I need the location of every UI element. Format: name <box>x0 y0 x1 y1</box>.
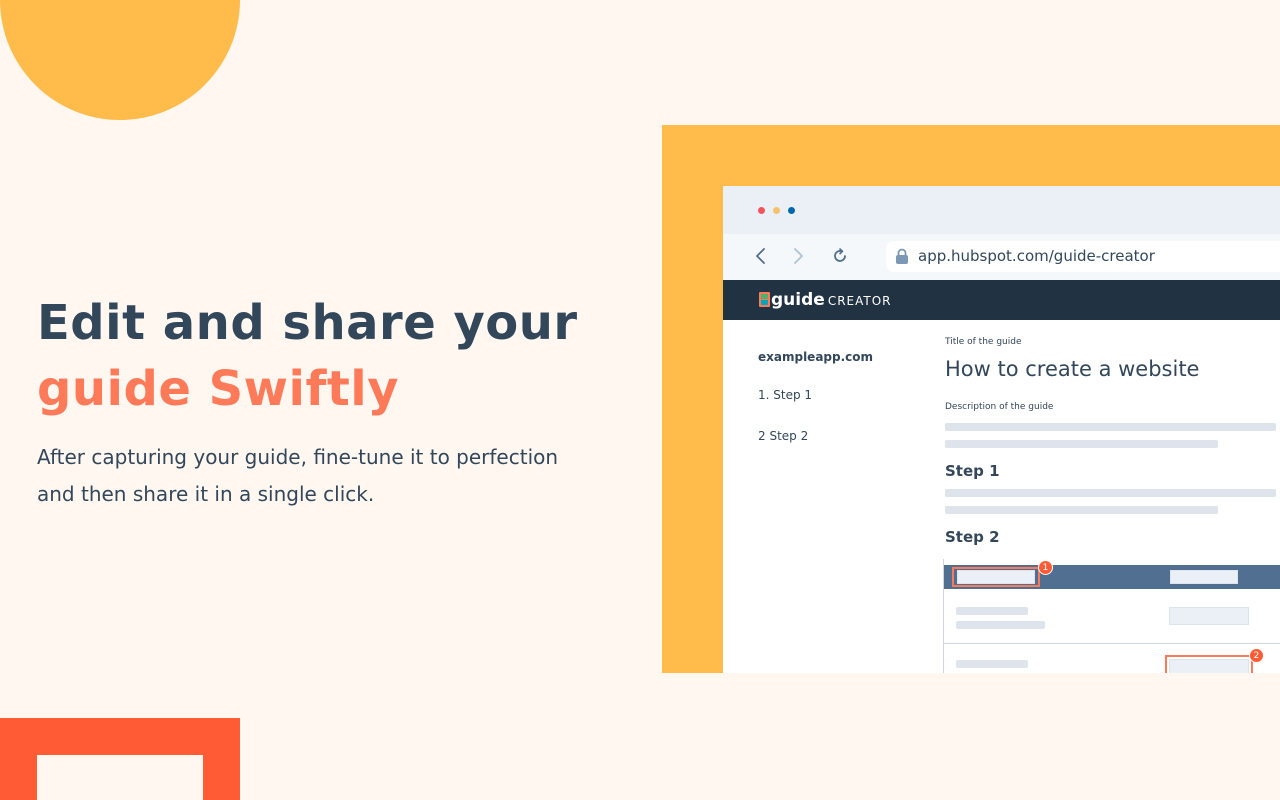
url-text: app.hubspot.com/guide-creator <box>918 247 1155 265</box>
decorative-frame <box>0 718 240 800</box>
description-placeholder-line <box>945 423 1276 431</box>
hero-headline: Edit and share your guide Swiftly <box>37 290 617 422</box>
window-maximize-dot <box>788 207 795 214</box>
screenshot-placeholder-box <box>1169 607 1249 625</box>
step-1-placeholder-line <box>945 489 1276 497</box>
highlight-marker-2 <box>1165 655 1253 673</box>
step-1-placeholder-line <box>945 506 1218 514</box>
step-2-screenshot: 1 2 <box>943 559 1280 673</box>
app-name: guide CREATOR <box>771 290 892 310</box>
back-arrow-icon[interactable] <box>750 245 772 267</box>
app-name-light: CREATOR <box>827 294 892 308</box>
guide-creator-logo-icon <box>759 292 770 307</box>
screenshot-placeholder-line <box>956 621 1045 629</box>
step-badge-2: 2 <box>1249 648 1264 663</box>
hero-subtitle-line1: After capturing your guide, fine-tune it… <box>37 445 559 469</box>
decorative-circle <box>0 0 240 120</box>
title-field-label: Title of the guide <box>945 337 1022 347</box>
browser-navbar: app.hubspot.com/guide-creator <box>723 234 1280 280</box>
hero-subtitle: After capturing your guide, fine-tune it… <box>37 439 597 513</box>
screenshot-placeholder-line <box>956 660 1028 668</box>
hero-subtitle-line2: and then share it in a single click. <box>37 482 375 506</box>
app-name-bold: guide <box>771 290 825 310</box>
window-close-dot <box>758 207 765 214</box>
browser-mockup: app.hubspot.com/guide-creator guide CREAT… <box>723 186 1280 673</box>
reload-icon[interactable] <box>829 245 851 267</box>
forward-arrow-icon[interactable] <box>787 245 809 267</box>
hero-headline-highlight: guide Swiftly <box>37 361 400 417</box>
sidebar-item-step-2[interactable]: 2 Step 2 <box>758 429 808 443</box>
guide-title-input[interactable]: How to create a website <box>945 357 1199 381</box>
sidebar-domain: exampleapp.com <box>758 350 874 364</box>
step-badge-1: 1 <box>1038 560 1053 575</box>
sidebar-item-step-1[interactable]: 1. Step 1 <box>758 388 812 402</box>
description-placeholder-line <box>945 440 1218 448</box>
window-minimize-dot <box>773 207 780 214</box>
url-bar[interactable]: app.hubspot.com/guide-creator <box>886 241 1280 272</box>
screenshot-placeholder-box <box>1170 570 1238 584</box>
description-field-label: Description of the guide <box>945 402 1054 412</box>
step-1-heading: Step 1 <box>945 462 1000 480</box>
screenshot-row-divider <box>944 643 1280 644</box>
app-header: guide CREATOR <box>723 280 1280 320</box>
lock-icon <box>896 248 908 264</box>
browser-titlebar <box>723 186 1280 234</box>
screenshot-placeholder-line <box>956 607 1028 615</box>
highlight-marker-1 <box>952 567 1040 587</box>
hero-headline-line1: Edit and share your <box>37 295 578 351</box>
step-2-heading: Step 2 <box>945 528 1000 546</box>
